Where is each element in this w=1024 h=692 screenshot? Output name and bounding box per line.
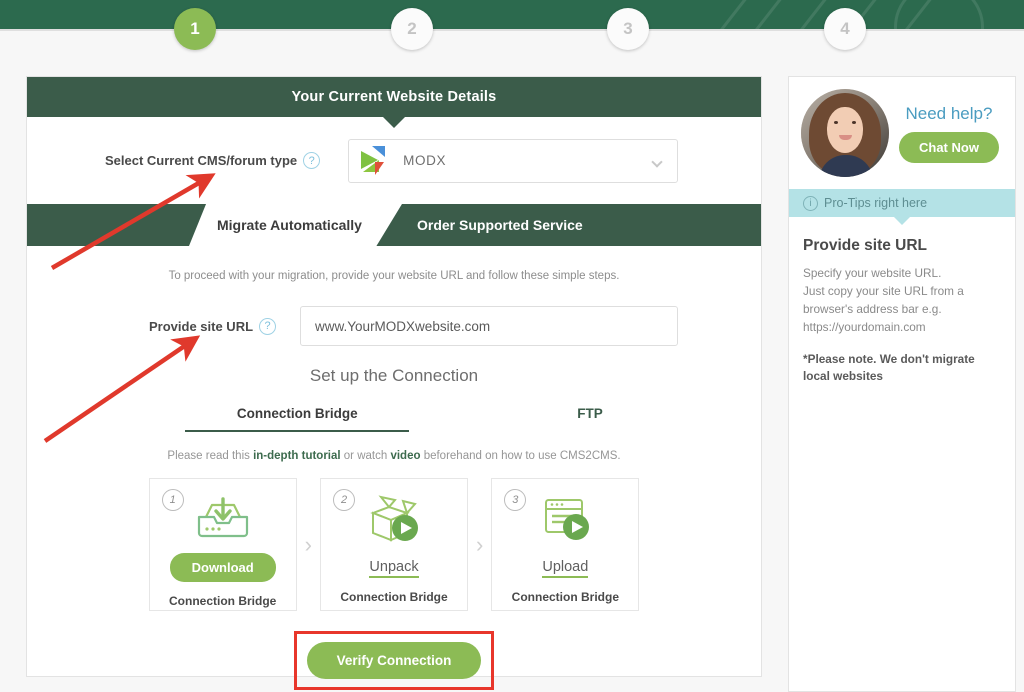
- download-tray-icon: [192, 493, 254, 549]
- step-indicator-2[interactable]: 2: [391, 8, 433, 50]
- tab-connection-bridge[interactable]: Connection Bridge: [185, 406, 410, 432]
- in-depth-tutorial-link[interactable]: in-depth tutorial: [253, 450, 341, 462]
- tips-content: Provide site URL Specify your website UR…: [789, 217, 1015, 385]
- help-actions: Need help? Chat Now: [899, 104, 999, 163]
- pro-tips-bar: i Pro-Tips right here: [789, 189, 1015, 225]
- tab-migrate-automatically[interactable]: Migrate Automatically: [189, 204, 402, 246]
- open-box-play-icon: [363, 493, 425, 549]
- bridge-step-caption: Connection Bridge: [340, 590, 448, 604]
- progress-stepper: 1 2 3 4: [0, 0, 1024, 60]
- upload-link[interactable]: Upload: [542, 559, 589, 578]
- download-button[interactable]: Download: [169, 553, 276, 582]
- info-icon: i: [803, 195, 818, 211]
- help-sidebar: Need help? Chat Now i Pro-Tips right her…: [788, 76, 1016, 692]
- tutorial-hint-suffix: beforehand on how to use CMS2CMS.: [420, 450, 621, 462]
- bridge-step-download: 1 Download Connection Bridge: [148, 478, 297, 611]
- modx-logo-icon: [361, 145, 391, 176]
- site-url-label-text: Provide site URL: [149, 318, 254, 334]
- site-url-label: Provide site URL ?: [149, 317, 277, 335]
- cms-field-label: Select Current CMS/forum type ?: [105, 152, 321, 169]
- chevron-right-icon: ›: [304, 531, 312, 557]
- tutorial-hint-middle: or watch: [340, 450, 391, 462]
- chevron-down-icon: [651, 155, 663, 168]
- step-indicator-3[interactable]: 3: [607, 8, 649, 50]
- verify-button-area: Verify Connection: [27, 631, 761, 690]
- connection-method-tabs: Connection Bridge FTP: [27, 406, 761, 432]
- tips-title: Provide site URL: [803, 237, 928, 254]
- chevron-right-icon: ›: [476, 531, 484, 557]
- cms-selected-value: MODX: [403, 153, 447, 168]
- stepper-connector-line: [0, 29, 1024, 31]
- main-panel: Your Current Website Details Select Curr…: [26, 76, 762, 690]
- cms-select-row: Select Current CMS/forum type ? MODX: [27, 117, 761, 204]
- avatar: [801, 89, 889, 177]
- intro-text: To proceed with your migration, provide …: [168, 270, 620, 282]
- tutorial-hint-line: Please read this in-depth tutorial or wa…: [27, 450, 761, 462]
- tips-text: Specify your website URL. Just copy your…: [803, 266, 964, 334]
- tab-order-supported-service[interactable]: Order Supported Service: [417, 204, 583, 246]
- tab-migrate-automatically-label: Migrate Automatically: [217, 217, 362, 233]
- tab-ftp[interactable]: FTP: [577, 406, 603, 432]
- browser-window-play-icon: [534, 493, 596, 549]
- step-number-badge: 1: [161, 489, 184, 511]
- panel-header-title: Your Current Website Details: [27, 77, 761, 128]
- cms-select-dropdown[interactable]: MODX: [348, 138, 679, 183]
- step-indicator-4[interactable]: 4: [824, 8, 866, 50]
- step-number-badge: 2: [333, 489, 355, 511]
- bridge-step-upload: 3 Upload Connection Bridge: [491, 478, 640, 611]
- migration-tabs: Migrate Automatically Order Supported Se…: [27, 204, 761, 246]
- bridge-step-unpack: 2 Unpack Connection Bridge: [320, 478, 468, 611]
- verify-highlight-box: Verify Connection: [293, 631, 495, 690]
- setup-connection-heading: Set up the Connection: [309, 366, 479, 385]
- need-help-title: Need help?: [905, 103, 993, 123]
- tips-note: *Please note. We don't migrate local web…: [803, 351, 975, 383]
- verify-connection-button[interactable]: Verify Connection: [306, 642, 482, 679]
- video-link[interactable]: video: [390, 450, 420, 462]
- bridge-step-caption: Connection Bridge: [511, 590, 619, 604]
- tutorial-hint-prefix: Please read this: [167, 450, 254, 462]
- step-indicator-1[interactable]: 1: [174, 8, 216, 50]
- bridge-steps-row: 1 Download Connection Bridge › 2 Unpack …: [27, 478, 761, 611]
- site-url-row: Provide site URL ? www.YourMODXwebsite.c…: [27, 306, 761, 346]
- need-help-box: Need help? Chat Now: [789, 77, 1015, 189]
- question-icon[interactable]: ?: [303, 152, 321, 169]
- tab-order-supported-service-label: Order Supported Service: [417, 217, 583, 233]
- chat-now-button[interactable]: Chat Now: [899, 131, 999, 163]
- question-icon[interactable]: ?: [259, 317, 277, 335]
- cms-label-text: Select Current CMS/forum type: [105, 153, 298, 168]
- pro-tips-label: Pro-Tips right here: [824, 196, 928, 210]
- step-number-badge: 3: [504, 489, 527, 511]
- unpack-link[interactable]: Unpack: [369, 559, 419, 578]
- site-url-input[interactable]: www.YourMODXwebsite.com: [300, 306, 679, 346]
- bridge-step-caption: Connection Bridge: [169, 594, 277, 608]
